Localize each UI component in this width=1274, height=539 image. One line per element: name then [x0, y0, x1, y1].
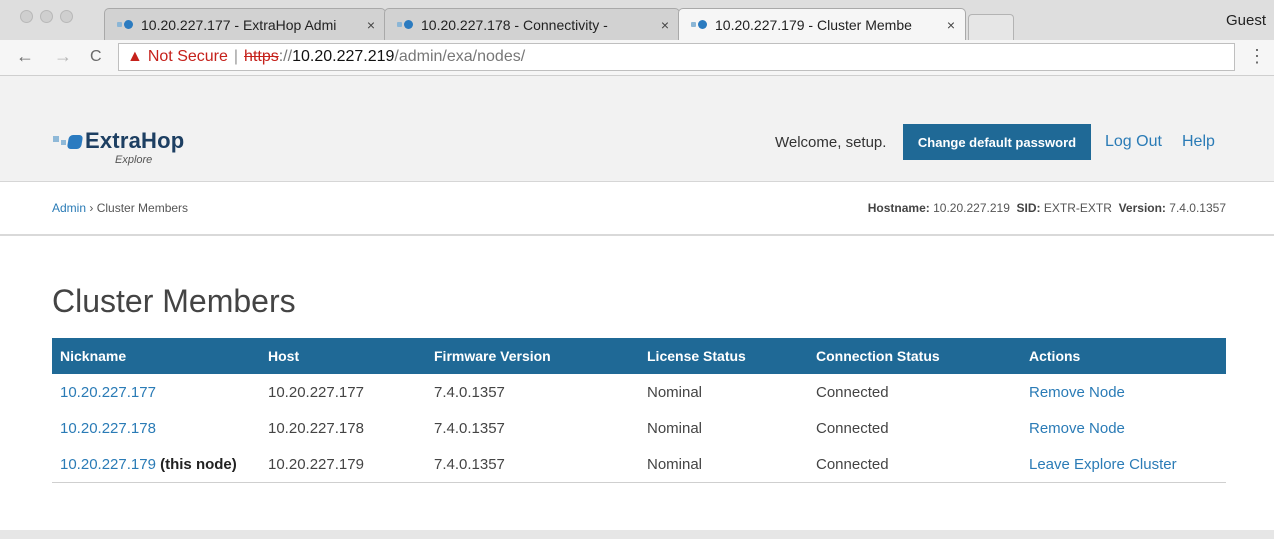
connection-cell: Connected: [816, 419, 889, 437]
nickname-link[interactable]: 10.20.227.178: [60, 420, 156, 437]
logo-mark-icon: [66, 135, 84, 149]
host-cell: 10.20.227.178: [268, 419, 364, 437]
hostname-value: 10.20.227.219: [933, 201, 1010, 215]
host-cell: 10.20.227.177: [268, 383, 364, 401]
reload-icon[interactable]: C: [90, 48, 102, 66]
tab-close-icon[interactable]: ×: [661, 17, 669, 33]
new-tab-button[interactable]: [968, 14, 1014, 40]
license-cell: Nominal: [647, 419, 703, 437]
version-label: Version:: [1118, 201, 1166, 215]
browser-tab-3-active[interactable]: 10.20.227.179 - Cluster Membe ×: [678, 8, 966, 40]
back-arrow-icon[interactable]: ←: [16, 46, 34, 67]
browser-menu-icon[interactable]: ⋮: [1248, 46, 1266, 67]
version-value: 7.4.0.1357: [1169, 201, 1226, 215]
column-header-license: License Status: [639, 338, 808, 374]
extrahop-favicon-icon: [691, 19, 709, 30]
welcome-text: Welcome, setup.: [775, 134, 887, 151]
sid-value: EXTR-EXTR: [1043, 201, 1112, 215]
profile-label[interactable]: Guest: [1226, 12, 1266, 29]
logo-mark-icon: [53, 136, 59, 142]
firmware-cell: 7.4.0.1357: [434, 383, 505, 401]
brand-name: ExtraHop: [85, 128, 185, 153]
connection-cell: Connected: [808, 446, 1021, 483]
app-header: ExtraHop Explore Welcome, setup. Change …: [0, 76, 1274, 182]
window-minimize-dot[interactable]: [40, 10, 53, 23]
url-scheme: https: [244, 48, 279, 65]
column-header-nickname: Nickname: [52, 338, 260, 374]
column-header-firmware: Firmware Version: [426, 338, 639, 374]
license-cell: Nominal: [639, 446, 808, 483]
license-cell: Nominal: [647, 383, 703, 401]
nickname-link[interactable]: 10.20.227.179: [60, 456, 156, 473]
remove-node-link[interactable]: Remove Node: [1029, 384, 1125, 401]
action-cell: Leave Explore Cluster: [1021, 446, 1226, 483]
nickname-cell: 10.20.227.178: [52, 410, 260, 446]
table-header-row: Nickname Host Firmware Version License S…: [52, 338, 1226, 374]
not-secure-label[interactable]: Not Secure: [148, 48, 228, 66]
tab-close-icon[interactable]: ×: [367, 17, 375, 33]
nickname-cell: 10.20.227.177: [52, 374, 260, 410]
firmware-cell: 7.4.0.1357: [426, 446, 639, 483]
action-cell: Remove Node: [1021, 374, 1226, 410]
forward-arrow-icon[interactable]: →: [54, 46, 72, 67]
firmware-cell: 7.4.0.1357: [434, 419, 505, 437]
column-header-connection: Connection Status: [808, 338, 1021, 374]
extrahop-logo[interactable]: ExtraHop Explore: [53, 128, 223, 166]
warning-triangle-icon: ▲: [127, 48, 143, 65]
breadcrumb-current: Cluster Members: [96, 201, 189, 215]
url-scheme-separator: ://: [278, 48, 293, 65]
browser-tab-1[interactable]: 10.20.227.177 - ExtraHop Admi ×: [104, 8, 386, 40]
column-header-host: Host: [260, 338, 426, 374]
browser-tab-bar: 10.20.227.177 - ExtraHop Admi × 10.20.22…: [0, 0, 1274, 40]
table-row: 10.20.227.179 (this node) 10.20.227.179 …: [52, 446, 1226, 483]
breadcrumb: Admin › Cluster Members: [52, 201, 188, 215]
action-cell: Remove Node: [1021, 410, 1226, 446]
hostname-label: Hostname:: [867, 201, 930, 215]
column-header-actions: Actions: [1021, 338, 1226, 374]
help-link[interactable]: Help: [1182, 133, 1215, 151]
tab-close-icon[interactable]: ×: [947, 17, 955, 33]
breadcrumb-bar: Admin › Cluster Members Hostname: 10.20.…: [0, 182, 1274, 236]
address-separator: |: [233, 48, 239, 65]
window-close-dot[interactable]: [20, 10, 33, 23]
page-footer-bar: [0, 530, 1274, 539]
host-cell: 10.20.227.179: [260, 446, 426, 483]
nickname-link[interactable]: 10.20.227.177: [60, 384, 156, 401]
system-info: Hostname: 10.20.227.219 SID: EXTR-EXTR V…: [868, 201, 1226, 215]
cluster-members-table: Nickname Host Firmware Version License S…: [52, 338, 1226, 483]
address-bar[interactable]: ▲ Not Secure | https://10.20.227.219/adm…: [118, 43, 1235, 71]
page-title: Cluster Members: [52, 283, 296, 319]
breadcrumb-separator: ›: [89, 201, 94, 215]
leave-cluster-link[interactable]: Leave Explore Cluster: [1029, 456, 1177, 473]
connection-cell: Connected: [816, 383, 889, 401]
nickname-cell: 10.20.227.179 (this node): [52, 446, 260, 483]
tab-title: 10.20.227.179 - Cluster Membe: [715, 16, 912, 33]
extrahop-favicon-icon: [397, 19, 415, 30]
logo-mark-icon: [61, 140, 66, 145]
sid-label: SID:: [1016, 201, 1041, 215]
table-row: 10.20.227.178 10.20.227.178 7.4.0.1357 N…: [52, 410, 1226, 446]
url-host: 10.20.227.219: [292, 48, 395, 65]
table-row: 10.20.227.177 10.20.227.177 7.4.0.1357 N…: [52, 374, 1226, 410]
breadcrumb-admin-link[interactable]: Admin: [52, 201, 86, 215]
brand-subtitle: Explore: [115, 154, 153, 166]
extrahop-favicon-icon: [117, 19, 135, 30]
tab-title: 10.20.227.177 - ExtraHop Admi: [141, 16, 337, 33]
browser-toolbar: ← → C ▲ Not Secure | https://10.20.227.2…: [0, 40, 1274, 76]
remove-node-link[interactable]: Remove Node: [1029, 420, 1125, 437]
tab-title: 10.20.227.178 - Connectivity -: [421, 16, 608, 33]
change-password-button[interactable]: Change default password: [903, 124, 1091, 160]
url-path: /admin/exa/nodes/: [394, 48, 526, 65]
browser-tab-2[interactable]: 10.20.227.178 - Connectivity - ×: [384, 8, 680, 40]
logout-link[interactable]: Log Out: [1105, 133, 1162, 151]
window-zoom-dot[interactable]: [60, 10, 73, 23]
this-node-label: (this node): [160, 455, 237, 473]
